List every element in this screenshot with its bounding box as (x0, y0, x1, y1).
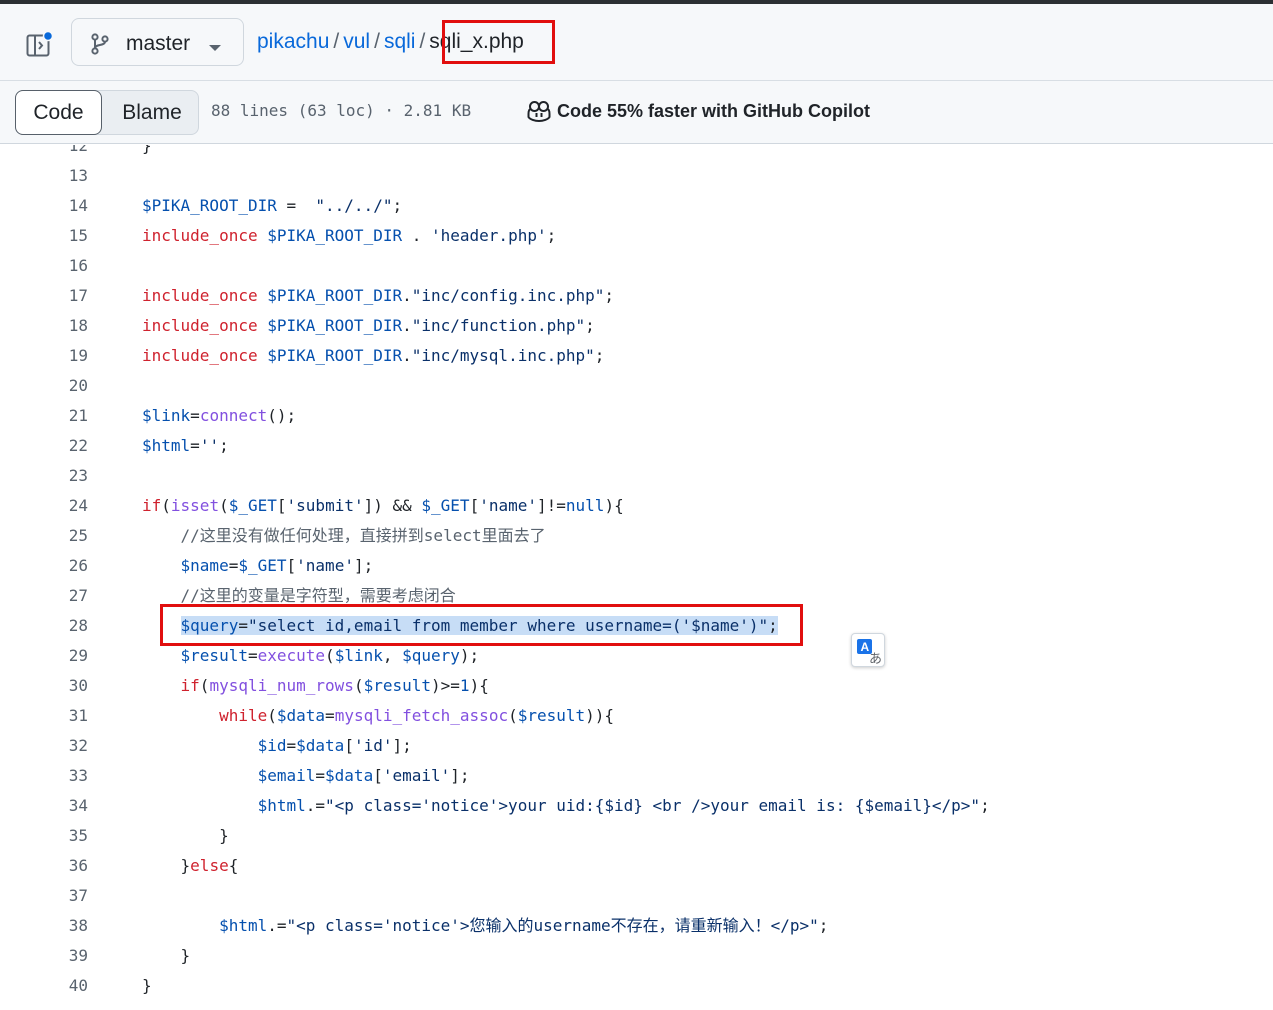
code-line: 17 include_once $PIKA_ROOT_DIR."inc/confi… (0, 281, 1273, 311)
code-text: $link=connect(); (142, 406, 297, 425)
code-line: 21 $link=connect(); (0, 401, 1273, 431)
code-text: $email=$data['email']; (257, 766, 470, 785)
breadcrumb-link-pikachu[interactable]: pikachu (257, 30, 329, 53)
code-line: 16 (0, 251, 1273, 281)
code-text: $id=$data['id']; (257, 736, 412, 755)
code-line: 36 }else{ (0, 851, 1273, 881)
line-number[interactable]: 37 (0, 881, 88, 911)
breadcrumb-link-sqli[interactable]: sqli (384, 30, 416, 53)
code-line: 35 } (0, 821, 1273, 851)
translate-icon[interactable]: A あ (851, 633, 885, 667)
line-number[interactable]: 17 (0, 281, 88, 311)
svg-text:あ: あ (869, 652, 882, 667)
code-text: if(isset($_GET['submit']) && $_GET['name… (142, 496, 624, 515)
line-number[interactable]: 38 (0, 911, 88, 941)
tab-blame[interactable]: Blame (108, 90, 196, 135)
line-number[interactable]: 18 (0, 311, 88, 341)
breadcrumb-separator: / (374, 30, 380, 53)
line-number[interactable]: 40 (0, 971, 88, 1001)
line-number[interactable]: 29 (0, 641, 88, 671)
code-text: } (142, 826, 229, 845)
code-text: include_once $PIKA_ROOT_DIR."inc/config.… (142, 286, 615, 305)
code-line: 20 (0, 371, 1273, 401)
code-text: } (142, 976, 152, 995)
code-text: //这里没有做任何处理，直接拼到select里面去了 (180, 526, 546, 545)
code-line: 18 include_once $PIKA_ROOT_DIR."inc/funct… (0, 311, 1273, 341)
breadcrumb-separator: / (333, 30, 340, 53)
code-line: 12} (0, 145, 1273, 161)
code-line: 38 $html.="<p class='notice'>您输入的usernam… (0, 911, 1273, 941)
file-meta: 88 lines (63 loc) · 2.81 KB (211, 101, 472, 120)
code-text: } (142, 946, 191, 965)
breadcrumb-separator: / (419, 30, 426, 53)
line-number[interactable]: 21 (0, 401, 88, 431)
git-branch-icon (90, 33, 110, 60)
line-number[interactable]: 32 (0, 731, 88, 761)
branch-selector-button[interactable]: master (71, 18, 244, 66)
code-line: 13 (0, 161, 1273, 191)
line-number[interactable]: 28 (0, 611, 88, 641)
file-toolbar: Code Blame 88 lines (63 loc) · 2.81 KB C… (0, 80, 1273, 144)
copilot-icon (527, 100, 551, 127)
breadcrumb-link-vul[interactable]: vul (343, 30, 370, 53)
code-text: } (142, 145, 152, 155)
code-line: 25 //这里没有做任何处理，直接拼到select里面去了 (0, 521, 1273, 551)
code-line: 33 $email=$data['email']; (0, 761, 1273, 791)
line-number[interactable]: 19 (0, 341, 88, 371)
code-text: $html=''; (142, 436, 229, 455)
line-number[interactable]: 23 (0, 461, 88, 491)
code-line: 39 } (0, 941, 1273, 971)
code-text: $name=$_GET['name']; (180, 556, 374, 575)
annotation-box-filename (442, 20, 555, 64)
line-number[interactable]: 35 (0, 821, 88, 851)
code-line: 22 $html=''; (0, 431, 1273, 461)
code-line: 19 include_once $PIKA_ROOT_DIR."inc/mysql… (0, 341, 1273, 371)
line-number[interactable]: 12 (0, 145, 88, 161)
code-view: 12} 13 14 $PIKA_ROOT_DIR = "../../"; 15 in… (0, 145, 1273, 1010)
code-line: 23 (0, 461, 1273, 491)
branch-name: master (126, 32, 191, 55)
code-line: 40} (0, 971, 1273, 1001)
line-number[interactable]: 27 (0, 581, 88, 611)
code-text: if(mysqli_num_rows($result)>=1){ (180, 676, 489, 695)
copilot-promo-text: Code 55% faster with GitHub Copilot (557, 101, 871, 121)
line-number[interactable]: 13 (0, 161, 88, 191)
line-number[interactable]: 30 (0, 671, 88, 701)
line-number[interactable]: 16 (0, 251, 88, 281)
code-line: 24 if(isset($_GET['submit']) && $_GET['na… (0, 491, 1273, 521)
line-number[interactable]: 31 (0, 701, 88, 731)
annotation-box-query (160, 604, 803, 646)
code-text: while($data=mysqli_fetch_assoc($result))… (219, 706, 615, 725)
code-line: 34 $html.="<p class='notice'>your uid:{$… (0, 791, 1273, 821)
code-line: 15 include_once $PIKA_ROOT_DIR . 'header.… (0, 221, 1273, 251)
line-number[interactable]: 15 (0, 221, 88, 251)
line-number[interactable]: 34 (0, 791, 88, 821)
chevron-down-icon (208, 39, 222, 57)
tab-code[interactable]: Code (15, 90, 102, 135)
line-number[interactable]: 24 (0, 491, 88, 521)
code-line: 32 $id=$data['id']; (0, 731, 1273, 761)
file-header: master pikachu / vul / sqli / sqli_x.php (0, 4, 1273, 80)
line-number[interactable]: 22 (0, 431, 88, 461)
line-number[interactable]: 36 (0, 851, 88, 881)
code-text: include_once $PIKA_ROOT_DIR."inc/functio… (142, 316, 595, 335)
line-number[interactable]: 25 (0, 521, 88, 551)
code-text: $PIKA_ROOT_DIR = "../../"; (142, 196, 403, 215)
code-line: 31 while($data=mysqli_fetch_assoc($resul… (0, 701, 1273, 731)
code-text: include_once $PIKA_ROOT_DIR."inc/mysql.i… (142, 346, 605, 365)
line-number[interactable]: 39 (0, 941, 88, 971)
code-text: }else{ (142, 856, 239, 875)
code-text: $html.="<p class='notice'>您输入的username不存… (219, 916, 829, 935)
line-number[interactable]: 26 (0, 551, 88, 581)
sidebar-toggle-icon[interactable] (26, 30, 54, 58)
code-text: $html.="<p class='notice'>your uid:{$id}… (257, 796, 990, 815)
code-line: 37 (0, 881, 1273, 911)
line-number[interactable]: 33 (0, 761, 88, 791)
code-line: 30 if(mysqli_num_rows($result)>=1){ (0, 671, 1273, 701)
line-number[interactable]: 20 (0, 371, 88, 401)
code-line: 26 $name=$_GET['name']; (0, 551, 1273, 581)
line-number[interactable]: 14 (0, 191, 88, 221)
code-text: include_once $PIKA_ROOT_DIR . 'header.ph… (142, 226, 557, 245)
code-line: 14 $PIKA_ROOT_DIR = "../../"; (0, 191, 1273, 221)
